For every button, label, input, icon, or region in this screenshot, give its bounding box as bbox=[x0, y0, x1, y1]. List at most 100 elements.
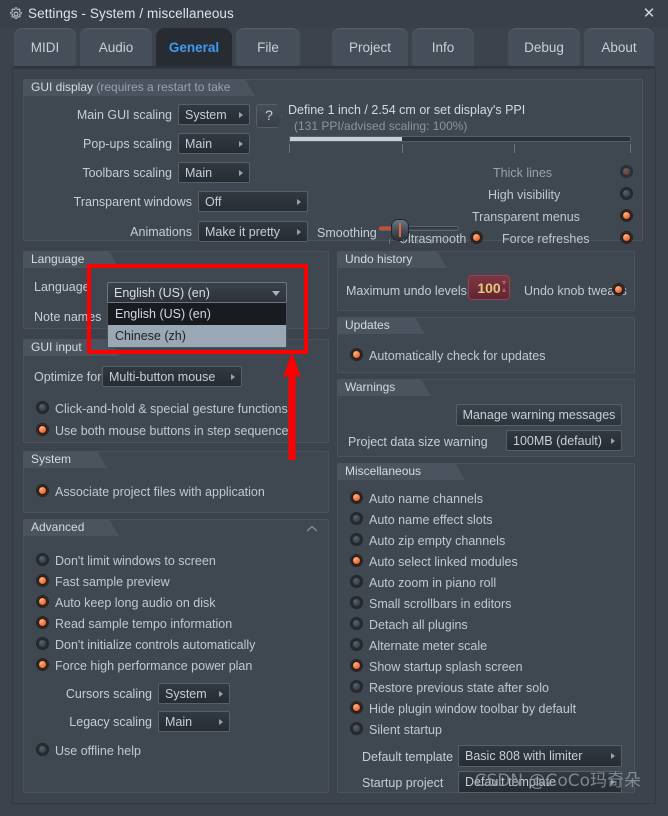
combo-animations[interactable]: Make it pretty bbox=[198, 221, 308, 242]
toggle-auto-name-effect-slots[interactable] bbox=[350, 512, 363, 525]
combo-transparent-windows[interactable]: Off bbox=[198, 191, 308, 212]
toggle-dont-initialize-controls[interactable] bbox=[36, 637, 49, 650]
toggle-thick-lines[interactable] bbox=[620, 165, 633, 178]
toggle-dont-limit-windows[interactable] bbox=[36, 553, 49, 566]
group-title-system: System bbox=[23, 451, 107, 468]
toggle-associate-project-files[interactable] bbox=[36, 484, 49, 497]
label-dont-initialize-controls: Don't initialize controls automatically bbox=[55, 638, 256, 652]
window-title: Settings - System / miscellaneous bbox=[28, 6, 234, 21]
tab-midi[interactable]: MIDI bbox=[14, 28, 76, 66]
language-dropdown-head[interactable]: English (US) (en) bbox=[107, 282, 287, 303]
manage-warning-messages-button[interactable]: Manage warning messages bbox=[456, 404, 622, 426]
toggle-auto-select-linked-modules[interactable] bbox=[350, 554, 363, 567]
ppi-slider[interactable] bbox=[289, 136, 631, 142]
toggle-auto-keep-long-audio[interactable] bbox=[36, 595, 49, 608]
group-miscellaneous: Miscellaneous Auto name channels Auto na… bbox=[337, 463, 635, 793]
combo-project-data-size-warning[interactable]: 100MB (default) bbox=[506, 430, 622, 451]
toggle-high-visibility[interactable] bbox=[620, 187, 633, 200]
label-maximum-undo-levels: Maximum undo levels bbox=[346, 284, 467, 298]
smoothing-slider[interactable] bbox=[379, 219, 459, 244]
label-optimize-for: Optimize for bbox=[34, 370, 102, 384]
combo-animations-value: Make it pretty bbox=[205, 224, 281, 239]
group-system: System Associate project files with appl… bbox=[23, 451, 329, 513]
toggle-transparent-menus[interactable] bbox=[620, 209, 633, 222]
toggle-read-sample-tempo[interactable] bbox=[36, 616, 49, 629]
tab-project[interactable]: Project bbox=[332, 28, 408, 66]
tab-general[interactable]: General bbox=[156, 28, 232, 66]
combo-toolbars-scaling[interactable]: Main bbox=[178, 162, 250, 183]
combo-main-gui-scaling[interactable]: System bbox=[178, 104, 250, 125]
label-detach-all-plugins: Detach all plugins bbox=[369, 618, 468, 632]
toggle-detach-all-plugins[interactable] bbox=[350, 617, 363, 630]
combo-legacy-scaling[interactable]: Main bbox=[158, 711, 230, 732]
toggle-auto-check-updates[interactable] bbox=[350, 348, 363, 361]
tab-debug[interactable]: Debug bbox=[508, 28, 580, 66]
toggle-alternate-meter-scale[interactable] bbox=[350, 638, 363, 651]
ppi-subtitle: (131 PPI/advised scaling: 100%) bbox=[294, 119, 468, 133]
label-high-visibility: High visibility bbox=[488, 188, 561, 202]
combo-default-template[interactable]: Basic 808 with limiter bbox=[458, 745, 622, 767]
label-fast-sample-preview: Fast sample preview bbox=[55, 575, 170, 589]
toggle-show-startup-splash[interactable] bbox=[350, 659, 363, 672]
label-restore-state-after-solo: Restore previous state after solo bbox=[369, 681, 549, 695]
spinner-icon: ▾ ▴ bbox=[501, 278, 506, 294]
label-dont-limit-windows: Don't limit windows to screen bbox=[55, 554, 216, 568]
group-title-undo-history: Undo history bbox=[337, 251, 447, 268]
label-transparent-windows: Transparent windows bbox=[73, 195, 192, 209]
label-hide-plugin-toolbar: Hide plugin window toolbar by default bbox=[369, 702, 577, 716]
close-button[interactable]: ✕ bbox=[638, 4, 660, 24]
toggle-both-mouse-buttons[interactable] bbox=[36, 423, 49, 436]
combo-optimize-for[interactable]: Multi-button mouse bbox=[102, 366, 242, 387]
label-smoothing: Smoothing bbox=[317, 226, 377, 240]
toggle-auto-zip-empty-channels[interactable] bbox=[350, 533, 363, 546]
watermark: CSDN @CoCo玛奇朵 bbox=[474, 771, 641, 791]
combo-cursors-scaling-value: System bbox=[165, 686, 207, 701]
chevron-right-icon bbox=[239, 140, 243, 147]
field-maximum-undo-levels[interactable]: 100 ▾ ▴ bbox=[468, 275, 510, 300]
combo-cursors-scaling[interactable]: System bbox=[158, 683, 230, 704]
toggle-click-and-hold[interactable] bbox=[36, 401, 49, 414]
chevron-right-icon bbox=[231, 373, 235, 380]
toggle-auto-zoom-piano-roll[interactable] bbox=[350, 575, 363, 588]
label-auto-select-linked-modules: Auto select linked modules bbox=[369, 555, 518, 569]
toggle-restore-state-after-solo[interactable] bbox=[350, 680, 363, 693]
toggle-force-high-performance[interactable] bbox=[36, 658, 49, 671]
label-cursors-scaling: Cursors scaling bbox=[65, 687, 152, 701]
label-startup-project: Startup project bbox=[362, 776, 444, 790]
toggle-small-scrollbars[interactable] bbox=[350, 596, 363, 609]
label-small-scrollbars: Small scrollbars in editors bbox=[369, 597, 512, 611]
combo-optimize-for-value: Multi-button mouse bbox=[109, 369, 216, 384]
combo-popups-scaling-value: Main bbox=[185, 136, 213, 151]
chevron-down-icon bbox=[272, 291, 280, 296]
label-thick-lines: Thick lines bbox=[493, 166, 553, 180]
help-button[interactable]: ? bbox=[256, 104, 282, 128]
tab-file[interactable]: File bbox=[236, 28, 300, 66]
smoothing-slider-handle[interactable] bbox=[391, 219, 409, 241]
label-alternate-meter-scale: Alternate meter scale bbox=[369, 639, 488, 653]
toggle-force-refreshes[interactable] bbox=[620, 231, 633, 244]
toggle-undo-knob-tweaks[interactable] bbox=[612, 283, 625, 296]
tab-audio[interactable]: Audio bbox=[80, 28, 152, 66]
toggle-ultrasmooth[interactable] bbox=[470, 231, 483, 244]
smoothing-slider-scale bbox=[379, 239, 459, 244]
toggle-auto-name-channels[interactable] bbox=[350, 491, 363, 504]
tab-about[interactable]: About bbox=[584, 28, 654, 66]
chevron-up-icon[interactable] bbox=[306, 525, 318, 533]
label-auto-keep-long-audio: Auto keep long audio on disk bbox=[55, 596, 216, 610]
group-warnings: Warnings Manage warning messages Project… bbox=[337, 379, 635, 457]
language-option-chinese[interactable]: Chinese (zh) bbox=[108, 325, 286, 347]
group-title-advanced: Advanced bbox=[23, 519, 119, 536]
language-option-english[interactable]: English (US) (en) bbox=[108, 303, 286, 325]
language-dropdown[interactable]: English (US) (en) English (US) (en) Chin… bbox=[107, 282, 287, 348]
chevron-right-icon bbox=[219, 718, 223, 725]
gui-display-title: GUI display bbox=[31, 80, 94, 94]
toggle-fast-sample-preview[interactable] bbox=[36, 574, 49, 587]
toggle-hide-plugin-toolbar[interactable] bbox=[350, 701, 363, 714]
combo-project-data-size-value: 100MB (default) bbox=[513, 433, 602, 448]
toggle-silent-startup[interactable] bbox=[350, 722, 363, 735]
toggle-use-offline-help[interactable] bbox=[36, 743, 49, 756]
tab-info[interactable]: Info bbox=[412, 28, 474, 66]
label-silent-startup: Silent startup bbox=[369, 723, 442, 737]
combo-legacy-scaling-value: Main bbox=[165, 714, 193, 729]
combo-popups-scaling[interactable]: Main bbox=[178, 133, 250, 154]
